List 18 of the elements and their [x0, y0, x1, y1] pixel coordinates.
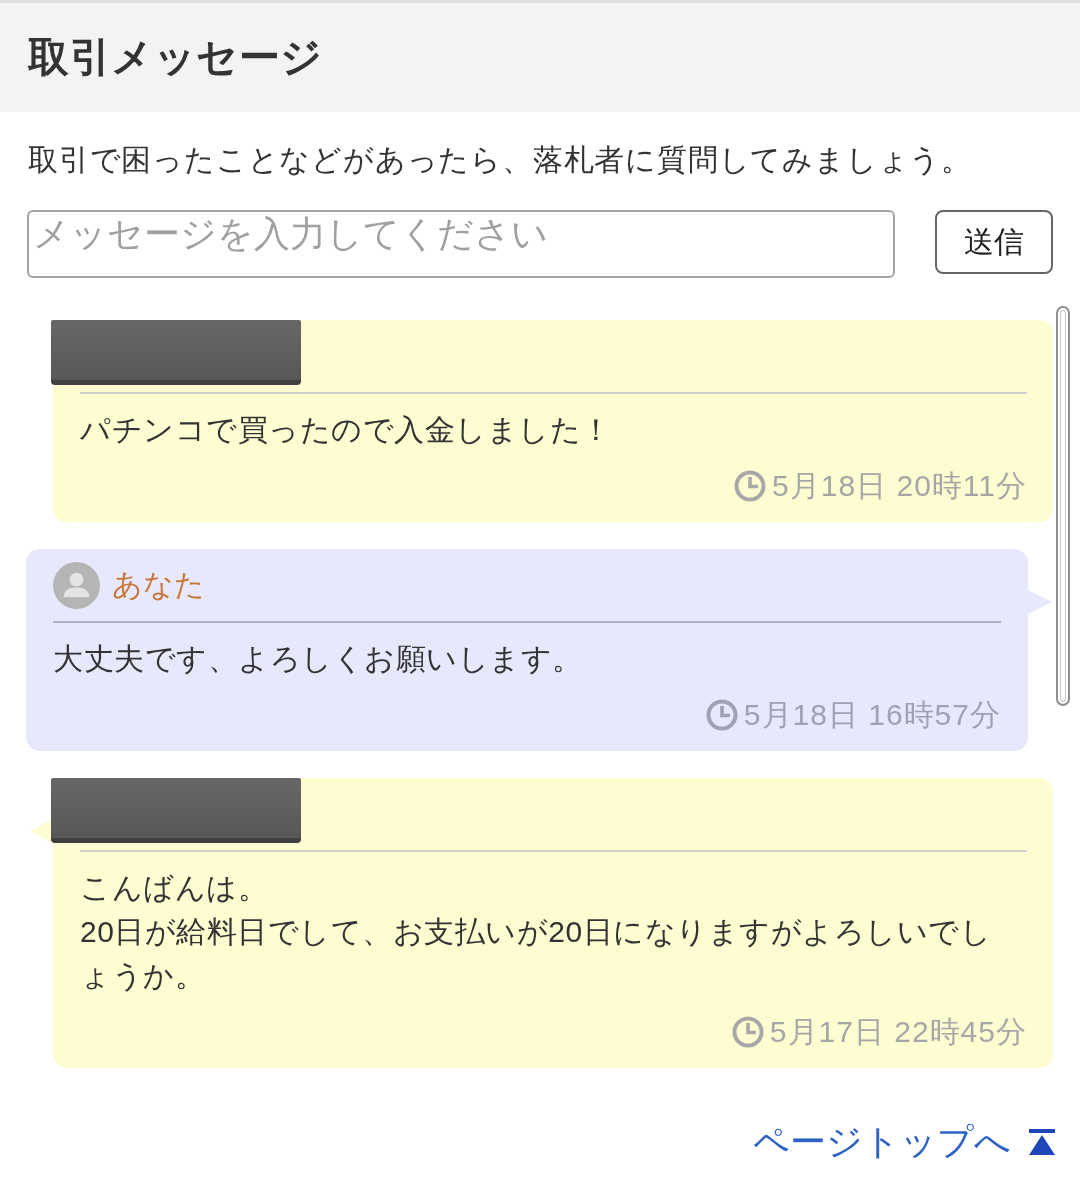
intro-text: 取引で困ったことなどがあったら、落札者に質問してみましょう。: [27, 142, 973, 178]
scrollbar[interactable]: [1056, 306, 1070, 706]
top-arrow-icon: [1029, 1129, 1055, 1155]
timestamp: 5月17日 22時45分: [769, 1013, 1027, 1050]
clock-icon: [705, 699, 738, 731]
send-button[interactable]: 送信: [935, 210, 1053, 274]
sender-name: あなた: [112, 566, 205, 603]
message-text: パチンコで買ったので入金しました！: [80, 412, 613, 448]
message-text: こんばんは。 20日が給料日でして、お支払いが20日になりますがよろしいでしょうか。: [80, 870, 993, 994]
page-top-link[interactable]: ページトップへ: [753, 1119, 1055, 1165]
timestamp: 5月18日 16時57分: [743, 696, 1001, 733]
clock-icon: [731, 1016, 764, 1048]
avatar-icon: [53, 561, 100, 609]
message-input[interactable]: メッセージを入力してください: [27, 210, 895, 278]
page-title: 取引メッセージ: [28, 33, 323, 82]
message-text: 大丈夫です、よろしくお願いします。: [53, 641, 584, 677]
clock-icon: [734, 470, 767, 502]
timestamp: 5月18日 20時11分: [772, 467, 1027, 504]
